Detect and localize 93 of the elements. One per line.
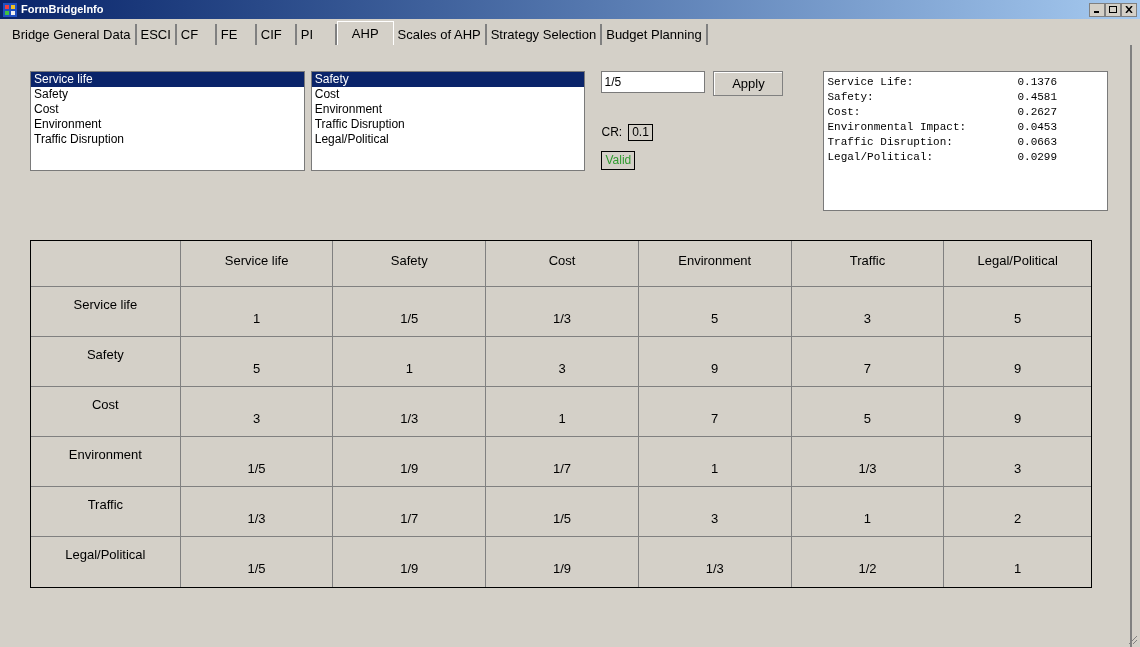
table-cell-text: 5 bbox=[1013, 310, 1023, 328]
tab[interactable]: Budget Planning bbox=[602, 24, 708, 45]
table-cell: 7 bbox=[791, 337, 945, 386]
list-box[interactable]: Service life Safety Cost Environment Traffic Disruption bbox=[30, 71, 305, 171]
cr-label: CR: bbox=[601, 124, 623, 141]
table-cell: 1/3 bbox=[180, 487, 334, 536]
tab[interactable]: FE bbox=[216, 24, 257, 45]
table-cell: 1/5 bbox=[333, 287, 487, 336]
row-header: Service life bbox=[31, 287, 181, 336]
table-cell: 3 bbox=[180, 387, 334, 436]
status-label: Valid bbox=[601, 151, 636, 170]
list-item[interactable]: Service life bbox=[31, 72, 304, 87]
apply-button[interactable]: Apply bbox=[713, 71, 784, 96]
table-cell: 1 bbox=[638, 437, 792, 486]
column-header: Environment bbox=[638, 241, 792, 286]
table-cell-text: 9 bbox=[1013, 410, 1023, 428]
weight-value: 0.4581 bbox=[1017, 90, 1058, 105]
maximize-button[interactable] bbox=[1105, 2, 1121, 17]
tab[interactable]: ESCI bbox=[136, 24, 177, 45]
column-header: Safety bbox=[333, 241, 487, 286]
table-cell: 1 bbox=[180, 287, 334, 336]
table-cell: 1/3 bbox=[638, 537, 792, 587]
table-cell: 1 bbox=[486, 387, 639, 436]
table-cell: 1/3 bbox=[486, 287, 639, 336]
list-item[interactable]: Environment bbox=[31, 117, 304, 132]
weight-value: 0.0453 bbox=[1017, 120, 1058, 135]
table-cell: 1/7 bbox=[486, 437, 639, 486]
tab[interactable]: Scales of AHP bbox=[393, 24, 487, 45]
app-icon bbox=[3, 2, 17, 17]
weight-name: Legal/Political: bbox=[827, 150, 935, 165]
table-cell: 1 bbox=[333, 337, 487, 386]
weight-value: 0.0663 bbox=[1017, 135, 1058, 150]
table-cell: 3 bbox=[638, 487, 792, 536]
column-header: Cost bbox=[486, 241, 639, 286]
table-cell: 3 bbox=[791, 287, 945, 336]
table-cell-text: 2 bbox=[1013, 510, 1023, 528]
weight-value: 0.0299 bbox=[1017, 150, 1058, 165]
list-item[interactable]: Traffic Disruption bbox=[31, 132, 304, 147]
close-icon bbox=[1125, 6, 1133, 13]
table-cell: 1/2 bbox=[791, 537, 945, 587]
weight-name: Safety: bbox=[827, 90, 875, 105]
list-item[interactable]: Traffic Disruption bbox=[311, 117, 585, 132]
tab[interactable]: CIF bbox=[256, 24, 297, 45]
row-header: Environment bbox=[31, 437, 181, 486]
list-item[interactable]: Cost bbox=[31, 102, 304, 117]
list-item[interactable]: Cost bbox=[311, 87, 585, 102]
table-cell: 1/9 bbox=[333, 437, 487, 486]
maximize-icon bbox=[1109, 6, 1117, 13]
table-cell: 3 bbox=[486, 337, 639, 386]
weight-value: 0.2627 bbox=[1017, 105, 1058, 120]
weight-value: 0.1376 bbox=[1017, 75, 1058, 90]
weight-name: Cost: bbox=[827, 105, 862, 120]
table-cell: 1/3 bbox=[333, 387, 487, 436]
value-field[interactable]: 1/5 bbox=[601, 71, 706, 93]
row-header: Legal/Political bbox=[31, 537, 181, 587]
row-header: Traffic bbox=[31, 487, 181, 536]
cr-value: 0.1 bbox=[628, 123, 653, 141]
minimize-button[interactable] bbox=[1089, 2, 1105, 17]
tab[interactable]: AHP bbox=[336, 21, 394, 45]
close-button[interactable] bbox=[1121, 2, 1137, 17]
list-item[interactable]: Safety bbox=[31, 87, 304, 102]
row-header: Cost bbox=[31, 387, 181, 436]
tab[interactable]: Bridge General Data bbox=[8, 24, 137, 45]
table-cell: 1/9 bbox=[333, 537, 487, 587]
table-cell-text: 9 bbox=[1013, 360, 1023, 378]
table-cell: 7 bbox=[638, 387, 792, 436]
table-cell: 1/9 bbox=[486, 537, 639, 587]
table-cell: 1/5 bbox=[180, 437, 334, 486]
weight-name: Environmental Impact: bbox=[827, 120, 968, 135]
table-cell: 1/5 bbox=[486, 487, 639, 536]
column-header: Legal/Political bbox=[976, 252, 1059, 270]
table-cell-text: 3 bbox=[1013, 460, 1023, 478]
list-item[interactable]: Safety bbox=[311, 72, 585, 87]
tab[interactable]: Strategy Selection bbox=[486, 24, 603, 45]
tab[interactable]: CF bbox=[176, 24, 217, 45]
table-cell: 5 bbox=[791, 387, 945, 436]
weight-name: Traffic Disruption: bbox=[827, 135, 954, 150]
table-cell: 1 bbox=[791, 487, 945, 536]
table-cell: 9 bbox=[638, 337, 792, 386]
table-cell: 5 bbox=[180, 337, 334, 386]
list-item[interactable]: Legal/Political bbox=[311, 132, 585, 147]
table-cell: 1/7 bbox=[333, 487, 487, 536]
list-box[interactable]: Safety Cost Environment Traffic Disruption Legal/Political bbox=[310, 71, 586, 171]
table-cell: 1/3 bbox=[791, 437, 945, 486]
window-title: FormBridgeInfo bbox=[21, 2, 104, 18]
weight-name: Service Life: bbox=[827, 75, 915, 90]
table-cell: 1/5 bbox=[180, 537, 334, 587]
table-cell: 5 bbox=[638, 287, 792, 336]
list-item[interactable]: Environment bbox=[311, 102, 585, 117]
table-cell-text: 1 bbox=[1013, 560, 1023, 578]
column-header: Traffic bbox=[791, 241, 945, 286]
column-header: Service life bbox=[180, 241, 334, 286]
row-header: Safety bbox=[31, 337, 181, 386]
